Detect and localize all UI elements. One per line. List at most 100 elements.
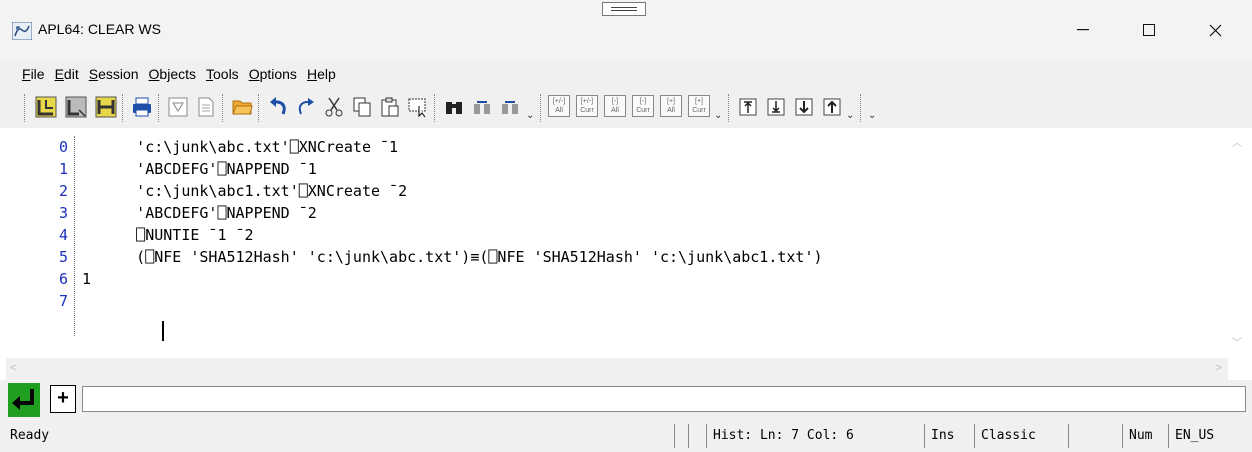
find-next-icon[interactable] (470, 95, 494, 119)
find-prev-icon[interactable] (498, 95, 522, 119)
new-session-icon[interactable] (34, 95, 58, 119)
undo-icon[interactable] (266, 95, 290, 119)
select-icon[interactable] (406, 95, 430, 119)
button-top-label: [-] (611, 98, 619, 105)
menu-options[interactable]: Options (249, 66, 297, 82)
expand-all-button[interactable]: [+] All (660, 95, 682, 117)
expand-collapse-all-button[interactable]: [+/-] All (548, 95, 570, 117)
split-icon[interactable] (64, 95, 88, 119)
toolbar-overflow-icon[interactable]: ⌄ (714, 110, 722, 121)
execute-button[interactable] (8, 383, 40, 417)
toolbar-separator (24, 94, 25, 122)
button-top-label: [+/-] (552, 98, 566, 105)
session-line[interactable] (82, 290, 823, 312)
status-num-lock: Num (1122, 424, 1152, 448)
session-line[interactable]: 'c:\junk\abc.txt'⎕XNCreate ¯1 (82, 136, 823, 158)
minimize-button[interactable] (1060, 10, 1106, 50)
line-number-gutter: 0 1 2 3 4 5 6 7 (6, 136, 68, 312)
maximize-button[interactable] (1126, 10, 1172, 50)
line-number: 4 (58, 226, 68, 244)
expand-current-button[interactable]: [+] Curr (688, 95, 710, 117)
toolbar-separator (860, 94, 861, 122)
vertical-scrollbar[interactable]: ︿ ﹀ (1228, 128, 1246, 358)
input-bar: + (0, 380, 1252, 420)
add-line-button[interactable]: + (50, 385, 76, 413)
menu-help[interactable]: Help (307, 66, 336, 82)
line-number: 6 (58, 270, 68, 288)
status-cell-empty (674, 424, 686, 448)
line-number: 0 (58, 138, 68, 156)
session-output-line[interactable]: 1 (82, 268, 823, 290)
find-icon[interactable] (442, 95, 466, 119)
yellow-split-icon[interactable] (94, 95, 118, 119)
copy-icon[interactable] (350, 95, 374, 119)
status-keyboard-style: Classic (974, 424, 1036, 448)
status-insert-mode: Ins (924, 424, 954, 448)
print-icon[interactable] (130, 95, 154, 119)
cut-icon[interactable] (322, 95, 346, 119)
window-grip-handle[interactable] (602, 2, 646, 16)
session-input-field[interactable] (82, 386, 1246, 412)
session-line[interactable]: ⎕NUNTIE ¯1 ¯2 (82, 224, 823, 246)
title-bar: APL64: CLEAR WS (0, 0, 1252, 60)
button-top-label: [+] (667, 98, 675, 105)
apl-app-icon (11, 21, 33, 41)
session-line[interactable]: (⎕NFE 'SHA512Hash' 'c:\junk\abc.txt')≡(⎕… (82, 246, 822, 268)
horizontal-scrollbar[interactable]: < > (6, 358, 1228, 380)
toolbar-separator (728, 94, 729, 122)
toolbar-overflow-icon[interactable]: ⌄ (526, 110, 534, 121)
scroll-left-icon[interactable]: < (10, 362, 16, 374)
session-line[interactable]: 'ABCDEFG'⎕NAPPEND ¯1 (82, 158, 823, 180)
menu-edit[interactable]: Edit (55, 66, 79, 82)
scroll-down-icon[interactable]: ﹀ (1232, 334, 1242, 349)
expand-collapse-current-button[interactable]: [+/-] Curr (576, 95, 598, 117)
status-cell-empty (688, 424, 700, 448)
status-history-position: Hist: Ln: 7 Col: 6 (706, 424, 854, 448)
menu-tools[interactable]: Tools (206, 66, 239, 82)
previous-icon[interactable] (820, 95, 844, 119)
button-bottom-label: All (667, 107, 675, 114)
button-bottom-label: Curr (580, 107, 594, 114)
session-code[interactable]: 'c:\junk\abc.txt'⎕XNCreate ¯1 'ABCDEFG'⎕… (82, 136, 823, 312)
toolbar-overflow-icon[interactable]: ⌄ (846, 110, 854, 121)
collapse-current-button[interactable]: [-] Curr (632, 95, 654, 117)
line-number: 3 (58, 204, 68, 222)
next-icon[interactable] (792, 95, 816, 119)
button-top-label: [+] (695, 98, 703, 105)
text-caret (162, 321, 164, 341)
toolbar-separator (122, 94, 123, 122)
toolbar-separator (540, 94, 541, 122)
button-top-label: [-] (639, 98, 647, 105)
session-line[interactable]: 'ABCDEFG'⎕NAPPEND ¯2 (82, 202, 823, 224)
line-number: 7 (58, 292, 68, 310)
button-bottom-label: All (555, 107, 563, 114)
menu-file[interactable]: File (22, 66, 45, 82)
button-bottom-label: Curr (692, 107, 706, 114)
paste-icon[interactable] (378, 95, 402, 119)
gutter-divider (74, 136, 75, 336)
status-ready: Ready (10, 428, 50, 443)
top-icon[interactable] (736, 95, 760, 119)
session-editor[interactable]: 0 1 2 3 4 5 6 7 'c:\junk\abc.txt'⎕XNCrea… (6, 128, 1246, 358)
button-bottom-label: Curr (636, 107, 650, 114)
menu-bar: File Edit Session Objects Tools Options … (0, 60, 1252, 88)
toolbar-overflow-icon[interactable]: ⌄ (868, 110, 876, 121)
redo-icon[interactable] (294, 95, 318, 119)
window-title: APL64: CLEAR WS (38, 21, 161, 37)
status-locale: EN_US (1168, 424, 1214, 448)
filter-icon[interactable] (166, 95, 190, 119)
open-folder-icon[interactable] (230, 95, 254, 119)
button-bottom-label: All (611, 107, 619, 114)
session-line[interactable]: 'c:\junk\abc1.txt'⎕XNCreate ¯2 (82, 180, 823, 202)
collapse-all-button[interactable]: [-] All (604, 95, 626, 117)
toolbar: ⌄ [+/-] All [+/-] Curr [-] All [-] Curr [+] A… (0, 88, 1252, 128)
line-number: 1 (58, 160, 68, 178)
close-button[interactable] (1192, 10, 1238, 50)
menu-session[interactable]: Session (89, 66, 139, 82)
menu-objects[interactable]: Objects (149, 66, 196, 82)
bottom-icon[interactable] (764, 95, 788, 119)
status-cell-empty (1068, 424, 1118, 448)
document-icon[interactable] (194, 95, 218, 119)
scroll-up-icon[interactable]: ︿ (1232, 134, 1242, 149)
scroll-right-icon[interactable]: > (1216, 362, 1222, 374)
